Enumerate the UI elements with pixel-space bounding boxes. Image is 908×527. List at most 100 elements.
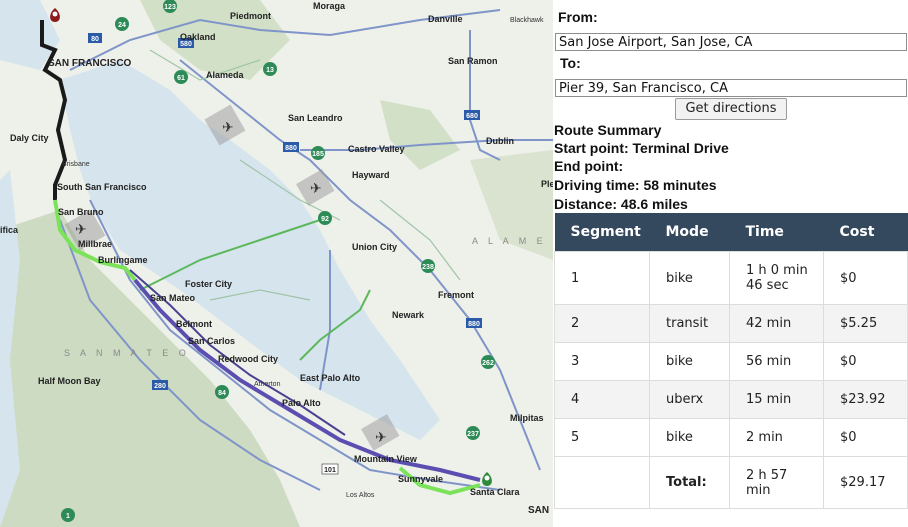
label-san-francisco: SAN FRANCISCO [48, 58, 132, 69]
label-brisbane: Brisbane [62, 161, 90, 168]
svg-text:1: 1 [66, 513, 70, 520]
start-point-text: Start point: Terminal Drive [554, 140, 729, 156]
label-milpitas: Milpitas [510, 413, 544, 423]
label-millbrae: Millbrae [78, 239, 112, 249]
directions-panel: From: San Jose Airport, San Jose, CA To:… [553, 0, 908, 527]
svg-text:680: 680 [466, 113, 478, 120]
cell-mode: bike [649, 342, 730, 381]
cell-mode: transit [649, 304, 730, 343]
label-alameda: Alameda [206, 70, 245, 80]
airport-icon-hayward: ✈ [310, 181, 322, 197]
from-input[interactable]: San Jose Airport, San Jose, CA [555, 33, 907, 51]
total-label: Total: [649, 456, 730, 509]
label-oakland: Oakland [180, 32, 216, 42]
cell-cost: $23.92 [823, 380, 908, 419]
total-time: 2 h 57 min [729, 456, 824, 509]
driving-time-text: Driving time: 58 minutes [554, 177, 717, 193]
svg-text:80: 80 [91, 36, 99, 43]
svg-text:13: 13 [266, 67, 274, 74]
label-half-moon-bay: Half Moon Bay [38, 376, 101, 386]
label-piedmont: Piedmont [230, 11, 271, 21]
table-row: 2 transit 42 min $5.25 [554, 304, 908, 343]
table-row: 4 uberx 15 min $23.92 [554, 380, 908, 419]
shield-880: 880 [283, 142, 299, 152]
shield-61: 61 [174, 70, 188, 84]
shield-80: 80 [88, 33, 102, 43]
label-atherton: Atherton [254, 381, 281, 388]
airport-icon-oakland: ✈ [222, 120, 234, 136]
label-moraga: Moraga [313, 1, 346, 11]
label-daly-city: Daly City [10, 133, 49, 143]
label-south-sf: South San Francisco [57, 182, 147, 192]
svg-text:24: 24 [118, 22, 126, 29]
cell-time: 1 h 0 min 46 sec [729, 251, 824, 305]
segments-table: Segment Mode Time Cost 1 bike 1 h 0 min … [554, 213, 908, 509]
end-point-text: End point: [554, 158, 624, 174]
map-canvas[interactable]: ✈ ✈ ✈ ✈ 80 580 880 680 880 92 238 84 237… [0, 0, 553, 527]
label-redwood-city: Redwood City [218, 354, 278, 364]
shield-24: 24 [115, 17, 129, 31]
header-cost: Cost [823, 213, 908, 252]
label-san-leandro: San Leandro [288, 113, 343, 123]
shield-92: 92 [318, 211, 332, 225]
shield-101: 101 [321, 463, 339, 475]
table-row: 3 bike 56 min $0 [554, 342, 908, 381]
cell-segment: 1 [554, 251, 650, 305]
cell-time: 42 min [729, 304, 824, 343]
to-input[interactable]: Pier 39, San Francisco, CA [555, 79, 907, 97]
cell-cost: $0 [823, 342, 908, 381]
header-time: Time [729, 213, 824, 252]
shield-680: 680 [464, 110, 480, 120]
label-burlingame: Burlingame [98, 255, 148, 265]
svg-text:123: 123 [164, 4, 176, 11]
label-union-city: Union City [352, 242, 397, 252]
svg-text:880: 880 [285, 145, 297, 152]
route-summary-title: Route Summary [554, 122, 662, 138]
total-cost: $29.17 [823, 456, 908, 509]
svg-text:84: 84 [218, 390, 226, 397]
label-mountain-view: Mountain View [354, 454, 418, 464]
label-belmont: Belmont [176, 319, 212, 329]
table-row: 5 bike 2 min $0 [554, 418, 908, 457]
label-pacifica: ifica [0, 225, 19, 235]
label-alameda-region: A L A M E D A [472, 236, 553, 246]
cell-cost: $0 [823, 418, 908, 457]
cell-time: 15 min [729, 380, 824, 419]
svg-text:101: 101 [324, 467, 336, 474]
cell-segment: 4 [554, 380, 650, 419]
cell-segment: 2 [554, 304, 650, 343]
svg-text:238: 238 [422, 264, 434, 271]
label-san-mateo-region: S A N M A T E O [64, 348, 190, 358]
label-castro-valley: Castro Valley [348, 144, 405, 154]
cell-cost: $5.25 [823, 304, 908, 343]
airport-icon-moffett: ✈ [375, 430, 387, 446]
label-san-ramon: San Ramon [448, 56, 498, 66]
label-san-jose: SAN [528, 505, 549, 516]
label-hayward: Hayward [352, 170, 390, 180]
svg-text:880: 880 [468, 321, 480, 328]
shield-1: 1 [61, 508, 75, 522]
svg-text:280: 280 [154, 383, 166, 390]
cell-segment: 3 [554, 342, 650, 381]
shield-13: 13 [263, 62, 277, 76]
label-foster-city: Foster City [185, 279, 232, 289]
header-segment: Segment [554, 213, 650, 252]
cell-segment: 5 [554, 418, 650, 457]
cell-mode: uberx [649, 380, 730, 419]
label-fremont: Fremont [438, 290, 474, 300]
cell-mode: bike [649, 418, 730, 457]
svg-text:92: 92 [321, 216, 329, 223]
svg-text:580: 580 [180, 41, 192, 48]
label-los-altos: Los Altos [346, 492, 375, 499]
to-label: To: [560, 55, 581, 71]
get-directions-button[interactable]: Get directions [675, 98, 787, 120]
svg-text:185: 185 [312, 151, 324, 158]
from-label: From: [558, 9, 598, 25]
label-sunnyvale: Sunnyvale [398, 474, 443, 484]
label-danville: Danville [428, 14, 463, 24]
distance-text: Distance: 48.6 miles [554, 196, 688, 212]
label-san-carlos: San Carlos [188, 336, 235, 346]
shield-280: 280 [152, 380, 168, 390]
cell-mode: bike [649, 251, 730, 305]
route-map[interactable]: ✈ ✈ ✈ ✈ 80 580 880 680 880 92 238 84 237… [0, 0, 553, 527]
